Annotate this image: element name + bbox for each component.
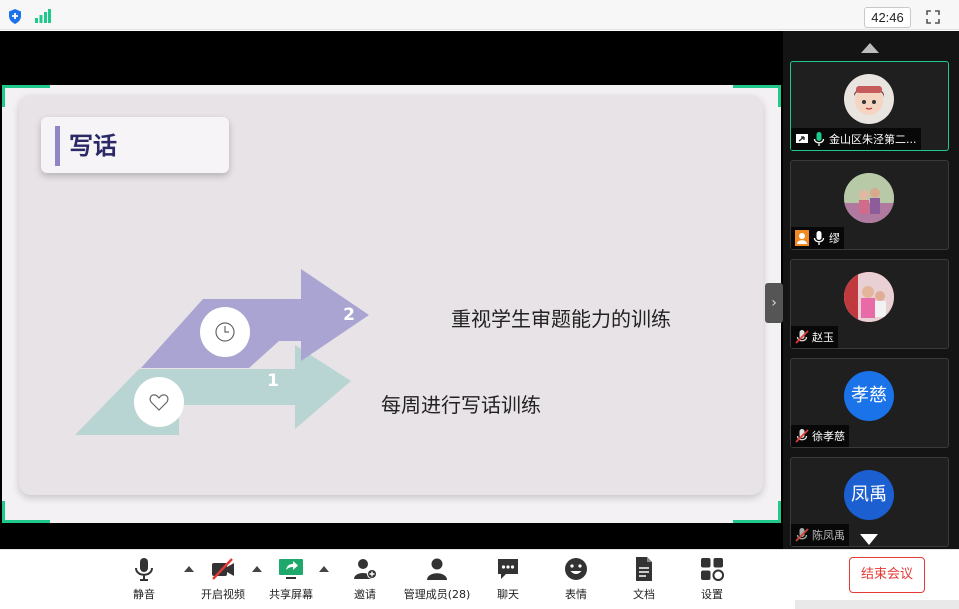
arrow-2 [141, 269, 369, 368]
microphone-icon [813, 132, 825, 146]
frame-corner [733, 501, 781, 523]
scroll-down-icon[interactable] [860, 534, 878, 545]
start-video-label: 开启视频 [201, 588, 245, 601]
mute-button[interactable]: 静音 [109, 556, 179, 602]
invite-label: 邀请 [354, 588, 376, 601]
share-screen-button[interactable]: 共享屏幕 [256, 556, 326, 602]
participant-tile[interactable]: 孝慈 徐孝慈 [790, 358, 949, 448]
chat-label: 聊天 [497, 588, 519, 601]
chat-button[interactable]: 聊天 [473, 556, 543, 602]
microphone-icon [135, 558, 153, 581]
scroll-up-icon[interactable] [861, 43, 879, 53]
end-meeting-button[interactable]: 结束会议 [849, 557, 925, 593]
video-off-icon [212, 558, 234, 580]
participant-name-bar: 金山区朱泾第二... [791, 128, 921, 150]
mic-muted-icon [795, 429, 809, 443]
signal-icon[interactable] [35, 9, 51, 23]
participant-tile[interactable]: 赵玉 [790, 259, 949, 349]
step-arrows-graphic: 1 2 [75, 269, 369, 435]
emoji-label: 表情 [565, 588, 587, 601]
emoji-icon [565, 558, 587, 580]
heart-circle [134, 377, 184, 427]
participant-name: 陈凤禹 [812, 529, 845, 542]
settings-grid-icon [701, 558, 725, 582]
text-avatar: 孝慈 [844, 371, 894, 421]
collapse-panel-button[interactable]: › [765, 283, 783, 323]
participant-panel: 金山区朱泾第二... 缪 赵玉 孝慈 徐孝慈 凤禹 陈凤禹 [783, 31, 959, 549]
microphone-icon [813, 231, 825, 245]
participant-name: 金山区朱泾第二... [829, 133, 917, 146]
photo-avatar [844, 173, 894, 223]
arrow-2-number: 2 [343, 305, 355, 325]
frame-corner [2, 501, 50, 523]
settings-button[interactable]: 设置 [677, 556, 747, 602]
slide-point-2: 重视学生审题能力的训练 [451, 307, 671, 331]
settings-label: 设置 [701, 588, 723, 601]
presentation-slide: 写话 1 2 重视学生审题能力的训练 每周进行写话训练 [19, 95, 763, 495]
mic-muted-icon [795, 528, 809, 542]
text-avatar: 凤禹 [844, 470, 894, 520]
participant-name-bar: 徐孝慈 [791, 425, 849, 447]
participant-name-bar: 赵玉 [791, 326, 838, 348]
participant-name: 缪 [829, 232, 840, 245]
meeting-timer: 42:46 [864, 7, 911, 28]
share-icon [796, 134, 808, 143]
members-icon [427, 558, 447, 580]
participant-name-bar: 缪 [791, 227, 844, 249]
shield-icon[interactable] [8, 9, 22, 24]
arrow-1-number: 1 [267, 371, 279, 391]
start-video-button[interactable]: 开启视频 [188, 556, 258, 602]
mic-muted-icon [795, 330, 809, 344]
invite-button[interactable]: 邀请 [330, 556, 400, 602]
shared-screen: 写话 1 2 重视学生审题能力的训练 每周进行写话训练 [0, 31, 783, 549]
cartoon-avatar [844, 74, 894, 124]
share-options-caret[interactable] [319, 566, 329, 572]
slide-frame: 写话 1 2 重视学生审题能力的训练 每周进行写话训练 [2, 85, 781, 523]
participant-name-bar: 陈凤禹 [791, 524, 849, 546]
documents-button[interactable]: 文档 [609, 556, 679, 602]
participant-name: 赵玉 [812, 331, 834, 344]
host-icon [795, 230, 809, 246]
add-user-icon [354, 559, 377, 579]
title-accent-bar [55, 126, 60, 166]
emoji-button[interactable]: 表情 [541, 556, 611, 602]
documents-label: 文档 [633, 588, 655, 601]
share-screen-label: 共享屏幕 [269, 588, 313, 601]
chat-icon [498, 559, 518, 579]
participant-tile[interactable]: 金山区朱泾第二... [790, 61, 949, 151]
mute-label: 静音 [133, 588, 155, 601]
participant-name: 徐孝慈 [812, 430, 845, 443]
slide-point-1: 每周进行写话训练 [381, 393, 541, 417]
document-icon [636, 557, 652, 581]
slide-title-card: 写话 [41, 117, 229, 173]
manage-members-button[interactable]: 管理成员(28) [401, 556, 473, 602]
slide-title: 写话 [69, 132, 117, 160]
share-screen-icon [279, 559, 303, 579]
participant-tile[interactable]: 缪 [790, 160, 949, 250]
fullscreen-icon[interactable] [926, 10, 940, 24]
window-bottom-strip [795, 600, 959, 609]
photo-avatar [844, 272, 894, 322]
title-bar: 42:46 [0, 0, 959, 30]
manage-members-label: 管理成员(28) [403, 588, 471, 601]
